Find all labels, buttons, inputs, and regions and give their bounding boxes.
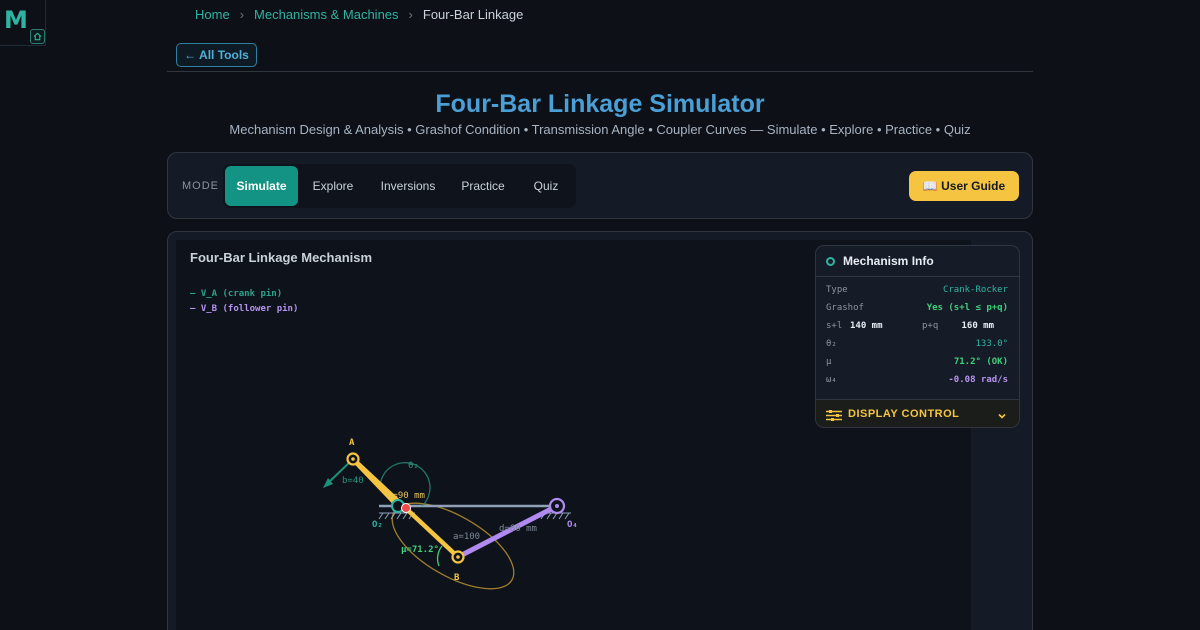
info-key: θ₂	[826, 339, 837, 349]
info-key: ω₄	[826, 375, 837, 385]
label-a: A	[349, 438, 355, 448]
settings-icon	[826, 257, 835, 266]
chevron-down-icon	[997, 408, 1007, 426]
coupler-point	[401, 503, 411, 513]
info-row-grashof: Grashof Yes (s+l ≤ p+q)	[826, 303, 1008, 317]
page-title: Four-Bar Linkage Simulator	[435, 90, 765, 118]
breadcrumb-section[interactable]: Mechanisms & Machines	[254, 7, 399, 22]
info-value: Crank-Rocker	[942, 285, 1008, 295]
mode-bar: MODE Simulate Explore Inversions Practic…	[167, 152, 1033, 219]
label-o2: O₂	[372, 520, 383, 530]
label-mu: μ=71.2°	[401, 545, 439, 555]
info-key: s+l	[826, 321, 843, 331]
label-link-a: a=100	[453, 532, 480, 542]
logo-letter: M	[4, 6, 28, 34]
page-subtitle: Mechanism Design & Analysis • Grashof Co…	[229, 122, 971, 137]
tab-quiz[interactable]: Quiz	[518, 166, 574, 206]
info-value: 140 mm	[850, 321, 883, 331]
all-tools-button[interactable]: ← All Tools	[176, 43, 257, 67]
info-row-omega: ω₄ -0.08 rad/s	[826, 375, 1008, 389]
info-value: 160 mm	[961, 321, 994, 331]
mechanism-info-panel: Mechanism Info Type Crank-Rocker Grashof…	[815, 245, 1020, 428]
breadcrumb: Home › Mechanisms & Machines › Four-Bar …	[195, 7, 523, 22]
tab-explore[interactable]: Explore	[300, 166, 366, 206]
info-value: -0.08 rad/s	[948, 375, 1008, 385]
info-key: p+q	[922, 321, 939, 331]
label-link-c: c=90 mm	[387, 491, 425, 501]
tab-practice[interactable]: Practice	[450, 166, 516, 206]
info-key: μ	[826, 357, 832, 367]
display-control-label: DISPLAY CONTROL	[848, 408, 960, 420]
info-row-mu: μ 71.2° (OK)	[826, 357, 1008, 371]
breadcrumb-separator: ›	[239, 7, 245, 22]
tab-simulate[interactable]: Simulate	[225, 166, 298, 206]
breadcrumb-current: Four-Bar Linkage	[422, 7, 524, 22]
info-value: 71.2° (OK)	[953, 357, 1008, 367]
mode-label: MODE	[182, 180, 219, 192]
user-guide-button[interactable]: 📖 User Guide	[909, 171, 1019, 201]
info-key: Type	[826, 285, 848, 295]
info-row-sums: s+l 140 mm p+q 160 mm	[826, 321, 1008, 335]
tab-inversions[interactable]: Inversions	[368, 166, 448, 206]
info-row-type: Type Crank-Rocker	[826, 285, 1008, 299]
info-value: 133.0°	[975, 339, 1008, 349]
info-title: Mechanism Info	[843, 254, 934, 268]
label-b: B	[454, 573, 460, 583]
info-value: Yes (s+l ≤ p+q)	[926, 303, 1008, 313]
info-key: Grashof	[826, 303, 864, 313]
breadcrumb-separator: ›	[408, 7, 413, 22]
app-logo[interactable]: M	[0, 0, 46, 46]
label-link-b: b=40	[342, 476, 364, 486]
info-header: Mechanism Info	[816, 246, 1019, 277]
breadcrumb-home[interactable]: Home	[195, 7, 230, 22]
header-divider	[167, 71, 1033, 72]
info-row-theta: θ₂ 133.0°	[826, 339, 1008, 353]
label-o4: O₄	[567, 520, 578, 530]
home-icon[interactable]	[30, 29, 45, 44]
sliders-icon	[826, 408, 842, 426]
display-control-toggle[interactable]: DISPLAY CONTROL	[816, 399, 1019, 427]
mode-tabs: Simulate Explore Inversions Practice Qui…	[223, 164, 576, 208]
label-theta: θ₂	[408, 461, 419, 471]
label-link-d: d=80 mm	[499, 524, 537, 534]
